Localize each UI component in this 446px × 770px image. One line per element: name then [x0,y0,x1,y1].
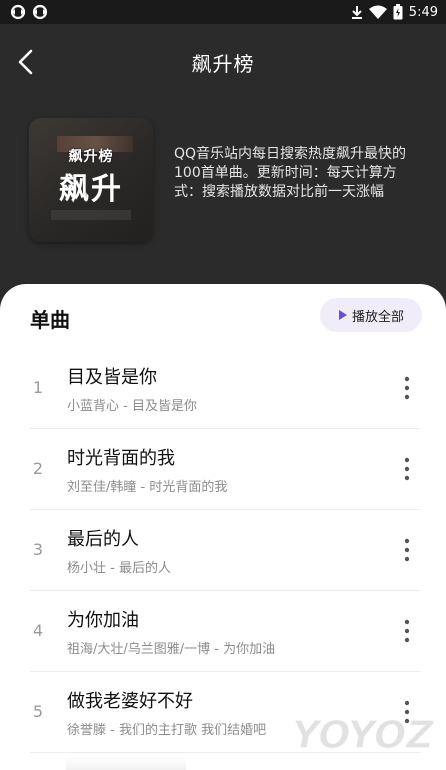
song-row[interactable]: 3 最后的人 杨小壮 - 最后的人 [0,510,446,591]
more-vertical-icon [404,700,410,724]
song-artist-album: 徐誉滕 - 我们的主打歌 我们结婚吧 [67,723,267,738]
song-title: 做我老婆好不好 [67,691,193,712]
song-row[interactable]: 1 目及皆是你 小蓝背心 - 目及皆是你 [0,348,446,429]
song-sheet: 单曲 播放全部 1 目及皆是你 小蓝背心 - 目及皆是你 2 时光背面的我 刘至… [0,284,446,770]
song-title: 时光背面的我 [67,448,175,469]
more-vertical-icon [404,619,410,643]
song-artist-album: 刘至佳/韩瞳 - 时光背面的我 [67,480,228,495]
more-options-button[interactable] [398,697,416,727]
wifi-icon [368,5,387,19]
song-title: 目及皆是你 [67,367,157,388]
section-title: 单曲 [30,308,70,332]
more-vertical-icon [404,538,410,562]
song-index: 2 [32,459,44,478]
play-all-button[interactable]: 播放全部 [320,298,422,332]
playlist-cover: 飙升榜 飙升 [29,118,153,242]
playlist-description: QQ音乐站内每日搜索热度飙升最快的100首单曲。更新时间：每天计算方式：搜索播放… [174,146,407,200]
more-vertical-icon [404,376,410,400]
page-header: 飙升榜 [0,24,446,100]
more-vertical-icon [404,457,410,481]
more-options-button[interactable] [398,535,416,565]
status-right-icons: 5:49 [351,4,438,20]
row-divider [30,752,420,753]
play-all-label: 播放全部 [351,309,404,325]
play-icon [338,310,347,320]
song-index: 3 [32,540,44,559]
sync-icon [10,4,26,20]
download-icon [351,5,363,19]
cover-big-text: 飙升 [59,172,123,207]
cover-decoration [51,210,131,220]
song-artist-album: 祖海/大壮/乌兰图雅/一博 - 为你加油 [67,642,276,657]
more-options-button[interactable] [398,454,416,484]
song-artist-album: 小蓝背心 - 目及皆是你 [67,399,197,414]
next-row-partial [66,756,186,770]
song-artist-album: 杨小壮 - 最后的人 [67,561,171,576]
song-list: 1 目及皆是你 小蓝背心 - 目及皆是你 2 时光背面的我 刘至佳/韩瞳 - 时… [0,348,446,753]
song-index: 4 [32,621,44,640]
song-index: 1 [32,378,44,397]
song-row[interactable]: 4 为你加油 祖海/大壮/乌兰图雅/一博 - 为你加油 [0,591,446,672]
song-title: 最后的人 [67,529,139,550]
battery-icon [393,4,403,20]
status-time: 5:49 [408,4,438,20]
song-title: 为你加油 [67,610,139,631]
more-options-button[interactable] [398,616,416,646]
status-left-icons [10,4,48,20]
page-title: 飙升榜 [191,51,255,76]
back-button[interactable] [10,46,42,78]
status-bar: 5:49 [0,0,446,24]
song-index: 5 [32,702,44,721]
back-icon [18,49,33,75]
song-row[interactable]: 2 时光背面的我 刘至佳/韩瞳 - 时光背面的我 [0,429,446,510]
sync-icon [32,4,48,20]
more-options-button[interactable] [398,373,416,403]
cover-small-text: 飙升榜 [68,149,114,165]
song-row[interactable]: 5 做我老婆好不好 徐誉滕 - 我们的主打歌 我们结婚吧 [0,672,446,753]
